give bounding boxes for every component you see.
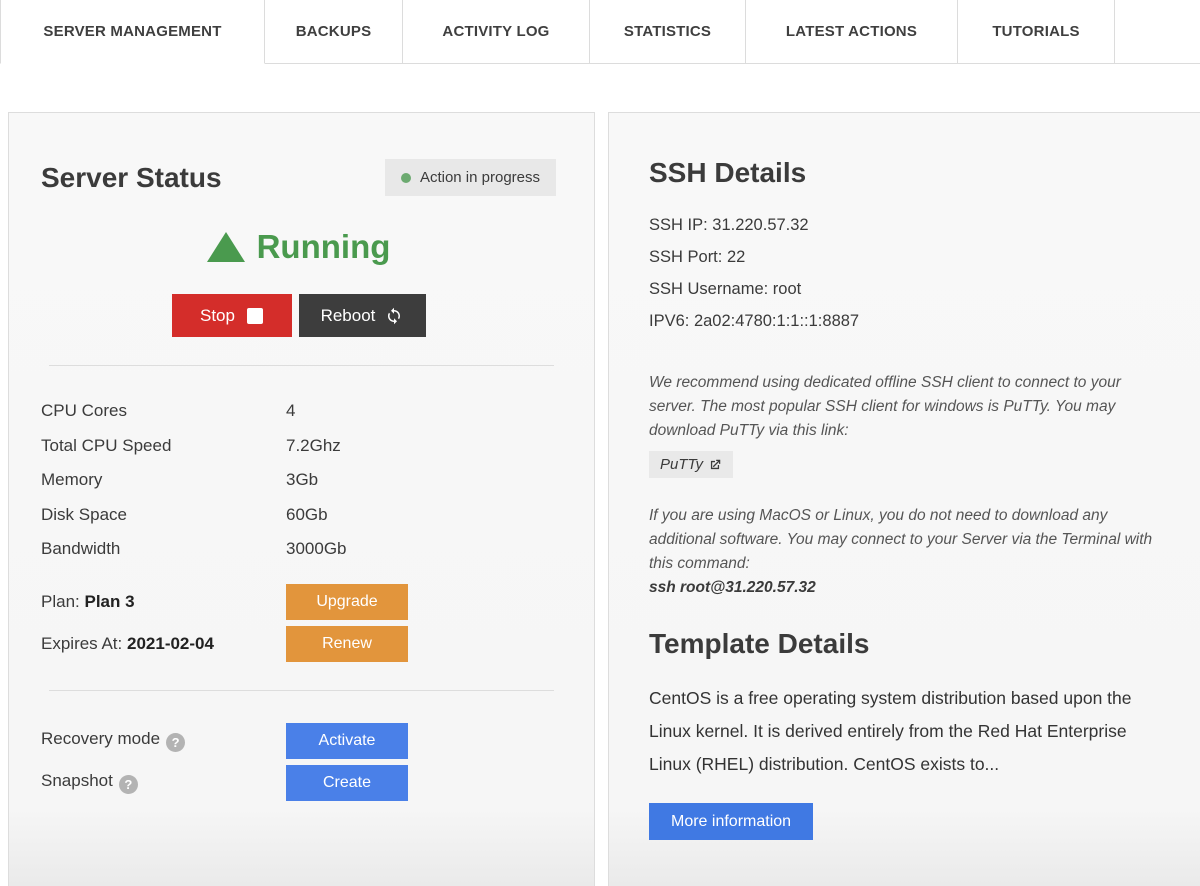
status-dot-icon	[401, 173, 411, 183]
server-status-panel: Server Status Action in progress Running…	[8, 112, 595, 886]
tab-activity-log[interactable]: ACTIVITY LOG	[403, 0, 590, 64]
stop-button-label: Stop	[200, 306, 235, 326]
spec-label: Disk Space	[41, 498, 286, 533]
expires-row: Expires At: 2021-02-04 Renew	[41, 626, 556, 662]
more-information-button[interactable]: More information	[649, 803, 813, 840]
tab-bar-filler	[1115, 0, 1200, 64]
create-button[interactable]: Create	[286, 765, 408, 801]
ssh-command: ssh root@31.220.57.32	[649, 579, 816, 596]
ssh-ip: SSH IP: 31.220.57.32	[649, 209, 1170, 241]
spec-label: Bandwidth	[41, 532, 286, 567]
tab-statistics[interactable]: STATISTICS	[590, 0, 746, 64]
snapshot-label: Snapshot	[41, 771, 286, 794]
tab-tutorials[interactable]: TUTORIALS	[958, 0, 1115, 64]
template-description: CentOS is a free operating system distri…	[649, 682, 1161, 781]
recovery-mode-label-text: Recovery mode	[41, 729, 160, 748]
putty-link-label: PuTTy	[660, 456, 703, 473]
recovery-mode-label: Recovery mode	[41, 729, 286, 752]
external-link-icon	[708, 458, 722, 472]
spec-label: CPU Cores	[41, 394, 286, 429]
ssh-info: SSH IP: 31.220.57.32 SSH Port: 22 SSH Us…	[649, 209, 1170, 337]
server-status-title: Server Status	[41, 162, 222, 194]
reboot-refresh-icon	[385, 307, 403, 325]
server-state: Running	[41, 228, 556, 266]
expires-label: Expires At: 2021-02-04	[41, 634, 286, 654]
server-state-label: Running	[257, 228, 391, 266]
reboot-button-label: Reboot	[321, 306, 376, 326]
ssh-details-title: SSH Details	[649, 157, 1170, 189]
snapshot-label-text: Snapshot	[41, 771, 113, 790]
upgrade-button[interactable]: Upgrade	[286, 584, 408, 620]
divider	[49, 365, 554, 366]
terminal-note-text: If you are using MacOS or Linux, you do …	[649, 507, 1152, 572]
spec-row-bandwidth: Bandwidth 3000Gb	[41, 532, 556, 567]
spec-value: 3Gb	[286, 463, 318, 498]
server-specs: CPU Cores 4 Total CPU Speed 7.2Ghz Memor…	[41, 394, 556, 567]
template-details-title: Template Details	[649, 628, 1170, 660]
putty-note: We recommend using dedicated offline SSH…	[649, 371, 1154, 443]
tab-latest-actions[interactable]: LATEST ACTIONS	[746, 0, 958, 64]
action-in-progress-badge: Action in progress	[385, 159, 556, 196]
expires-label-text: Expires At:	[41, 634, 122, 653]
tab-backups[interactable]: BACKUPS	[265, 0, 403, 64]
spec-value: 3000Gb	[286, 532, 347, 567]
terminal-note: If you are using MacOS or Linux, you do …	[649, 504, 1154, 600]
plan-label: Plan: Plan 3	[41, 592, 286, 612]
spec-label: Total CPU Speed	[41, 429, 286, 464]
renew-button[interactable]: Renew	[286, 626, 408, 662]
divider	[49, 690, 554, 691]
spec-value: 7.2Ghz	[286, 429, 341, 464]
activate-button[interactable]: Activate	[286, 723, 408, 759]
snapshot-help-icon[interactable]	[119, 775, 138, 794]
spec-row-memory: Memory 3Gb	[41, 463, 556, 498]
tab-bar: SERVER MANAGEMENT BACKUPS ACTIVITY LOG S…	[0, 0, 1200, 64]
recovery-help-icon[interactable]	[166, 733, 185, 752]
plan-value: Plan 3	[84, 592, 134, 611]
ssh-details-panel: SSH Details SSH IP: 31.220.57.32 SSH Por…	[608, 112, 1200, 886]
ssh-port: SSH Port: 22	[649, 241, 1170, 273]
plan-row: Plan: Plan 3 Upgrade	[41, 584, 556, 620]
plan-label-text: Plan:	[41, 592, 80, 611]
spec-label: Memory	[41, 463, 286, 498]
badge-label: Action in progress	[420, 169, 540, 186]
stop-button[interactable]: Stop	[172, 294, 292, 337]
reboot-button[interactable]: Reboot	[299, 294, 426, 337]
ssh-username: SSH Username: root	[649, 273, 1170, 305]
spec-value: 60Gb	[286, 498, 328, 533]
spec-row-cpu-speed: Total CPU Speed 7.2Ghz	[41, 429, 556, 464]
putty-link-button[interactable]: PuTTy	[649, 451, 733, 478]
snapshot-row: Snapshot Create	[41, 765, 556, 801]
stop-icon	[247, 308, 263, 324]
expires-value: 2021-02-04	[127, 634, 214, 653]
tab-server-management[interactable]: SERVER MANAGEMENT	[0, 0, 265, 64]
spec-row-disk-space: Disk Space 60Gb	[41, 498, 556, 533]
recovery-mode-row: Recovery mode Activate	[41, 723, 556, 759]
ssh-ipv6: IPV6: 2a02:4780:1:1::1:8887	[649, 305, 1170, 337]
running-triangle-icon	[207, 232, 245, 262]
spec-value: 4	[286, 394, 295, 429]
spec-row-cpu-cores: CPU Cores 4	[41, 394, 556, 429]
